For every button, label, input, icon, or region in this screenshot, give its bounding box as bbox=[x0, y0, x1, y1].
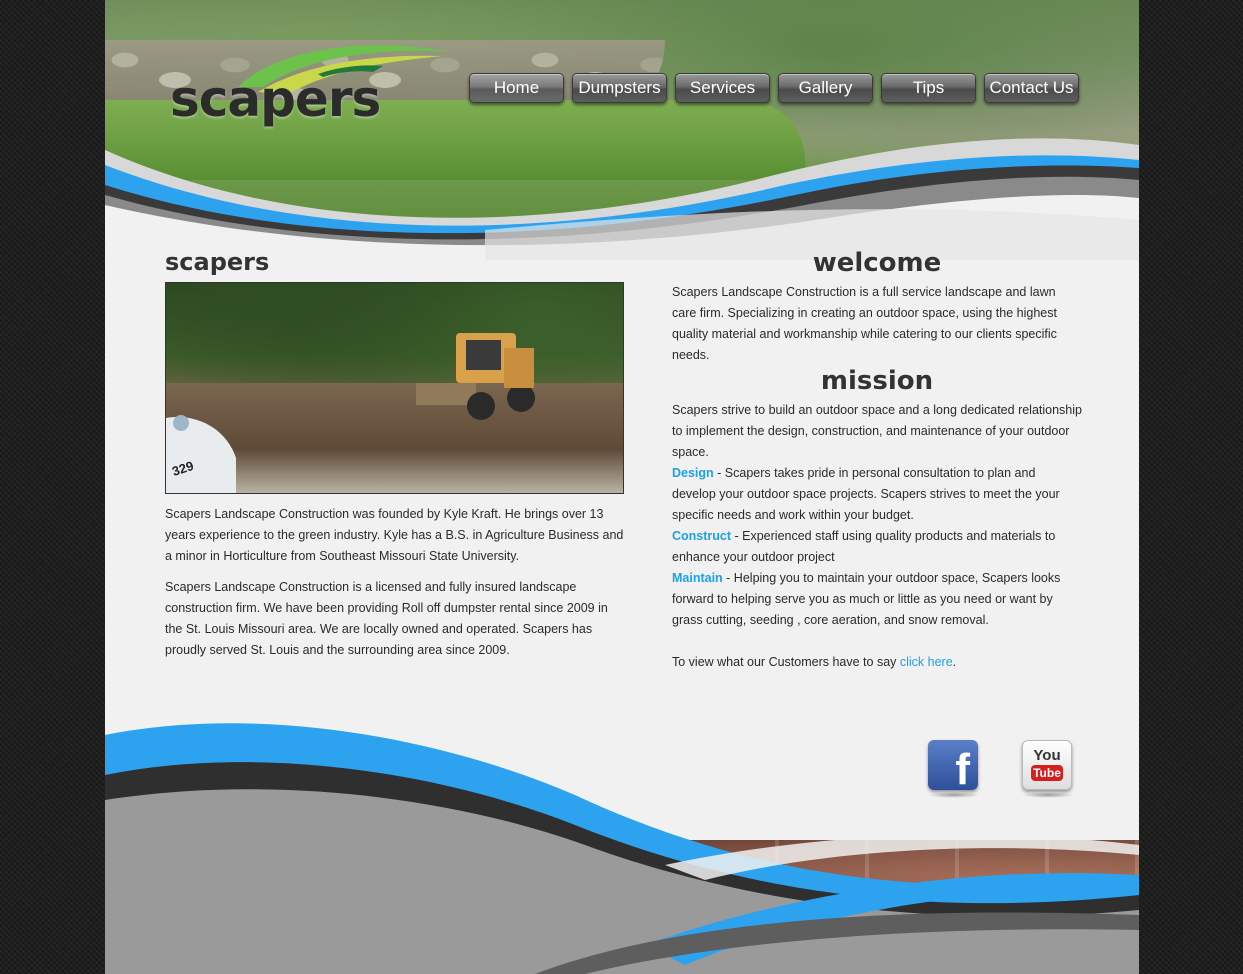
logo-text: scapers bbox=[170, 70, 381, 128]
customers-paragraph: To view what our Customers have to say c… bbox=[672, 652, 1082, 673]
footer-swoosh bbox=[105, 723, 1139, 974]
welcome-text: Scapers Landscape Construction is a full… bbox=[672, 285, 1057, 362]
design-label: Design bbox=[672, 466, 714, 480]
nav-tips[interactable]: Tips bbox=[881, 73, 976, 103]
design-text: - Scapers takes pride in personal consul… bbox=[672, 466, 1060, 522]
maintain-text: - Helping you to maintain your outdoor s… bbox=[672, 571, 1061, 627]
about-paragraph-1: Scapers Landscape Construction was found… bbox=[165, 507, 624, 563]
skid-steer-icon bbox=[416, 333, 535, 420]
welcome-title: welcome bbox=[812, 248, 942, 278]
about-section: scapers 329 Scapers Landscape Constructi… bbox=[165, 248, 625, 661]
page-container: scapers Home Dumpsters Services Gallery … bbox=[105, 0, 1139, 974]
nav-dumpsters[interactable]: Dumpsters bbox=[572, 73, 667, 103]
design-paragraph: Design - Scapers takes pride in personal… bbox=[672, 463, 1082, 526]
about-paragraph-2: Scapers Landscape Construction is a lice… bbox=[165, 580, 608, 657]
main-nav: Home Dumpsters Services Gallery Tips Con… bbox=[469, 73, 1079, 103]
construct-paragraph: Construct - Experienced staff using qual… bbox=[672, 526, 1082, 568]
about-title: scapers bbox=[165, 248, 270, 276]
maintain-paragraph: Maintain - Helping you to maintain your … bbox=[672, 568, 1082, 631]
mission-title: mission bbox=[820, 366, 934, 396]
customers-text: To view what our Customers have to say bbox=[672, 655, 900, 669]
construct-label: Construct bbox=[672, 529, 732, 543]
welcome-section: welcome Scapers Landscape Construction i… bbox=[672, 248, 1082, 673]
maintain-label: Maintain bbox=[672, 571, 723, 585]
nav-services[interactable]: Services bbox=[675, 73, 770, 103]
truck-fragment-icon bbox=[166, 415, 236, 493]
scapers-logo[interactable]: scapers bbox=[168, 45, 458, 140]
customers-link[interactable]: click here bbox=[900, 655, 953, 669]
nav-gallery[interactable]: Gallery bbox=[778, 73, 873, 103]
nav-home[interactable]: Home bbox=[469, 73, 564, 103]
mission-text: Scapers strive to build an outdoor space… bbox=[672, 403, 1082, 459]
nav-contact-us[interactable]: Contact Us bbox=[984, 73, 1079, 103]
skid-steer-photo: 329 bbox=[165, 282, 624, 494]
customers-end: . bbox=[952, 655, 957, 669]
